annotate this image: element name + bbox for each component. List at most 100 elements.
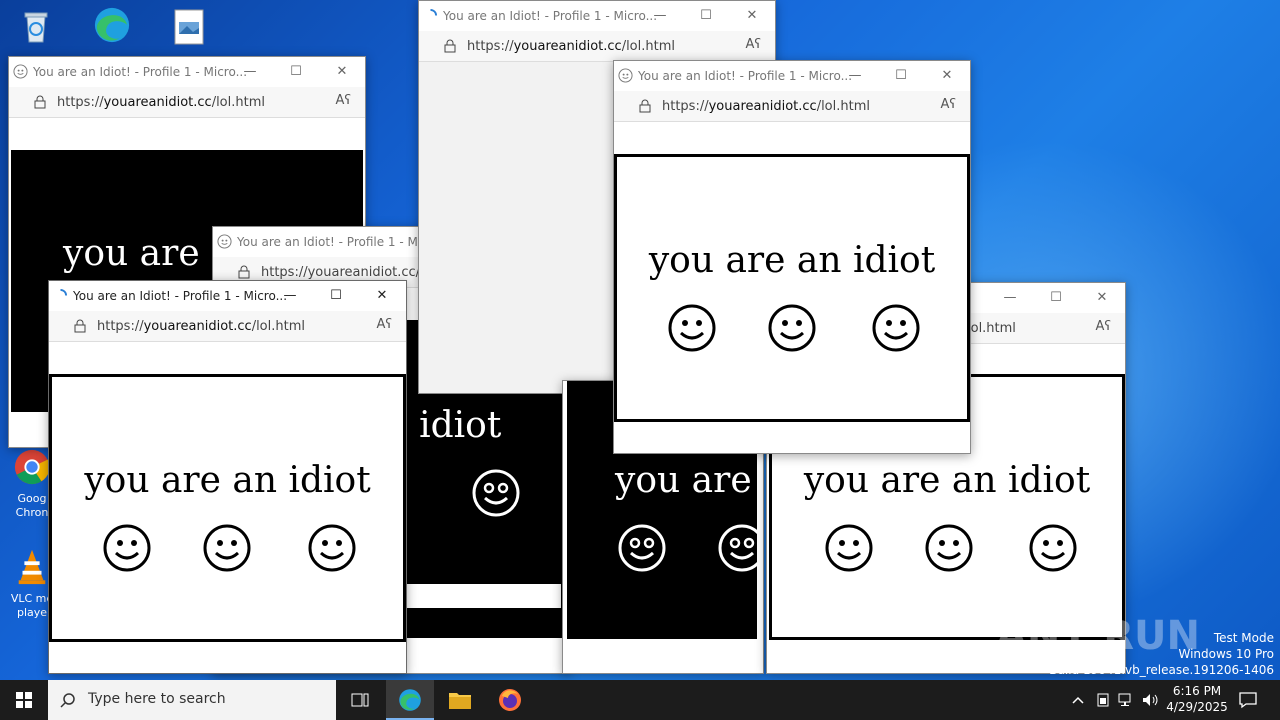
task-view-icon — [351, 693, 369, 707]
message-text: you are an idiot — [84, 460, 371, 501]
smiley-face-icon — [618, 524, 666, 572]
taskbar-edge[interactable] — [386, 680, 434, 720]
network-icon[interactable] — [1118, 692, 1136, 708]
system-clock[interactable]: 6:16 PM 4/29/2025 — [1162, 683, 1232, 715]
lock-icon — [238, 265, 250, 279]
browser-window-g[interactable]: You are an Idiot! - Profile 1 - Micro...… — [48, 280, 407, 674]
recycle-bin-icon — [24, 12, 48, 43]
title-bar[interactable]: You are an Idiot! - Profile 1 - Micro...… — [49, 281, 406, 311]
chevron-up-icon[interactable] — [1072, 694, 1084, 706]
minimize-button[interactable]: — — [267, 281, 313, 311]
close-button[interactable]: ✕ — [359, 281, 405, 311]
message-panel: you are an idiot — [614, 154, 970, 422]
url-text: https://youareanidiot.cc/lol.html — [97, 319, 305, 334]
taskbar-file-explorer[interactable] — [436, 680, 484, 720]
maximize-button[interactable]: ☐ — [313, 281, 359, 311]
folder-icon — [449, 693, 471, 709]
notifications-icon[interactable] — [1238, 690, 1258, 710]
windows-edition-text: Windows 10 Pro — [1178, 647, 1274, 661]
task-view-button[interactable] — [336, 680, 384, 720]
read-aloud-icon[interactable]: Aʕ — [940, 97, 956, 112]
image-file-icon — [174, 9, 204, 45]
desktop-icon-recycle-bin[interactable] — [8, 8, 64, 52]
close-button[interactable]: ✕ — [924, 61, 970, 91]
lock-icon — [639, 99, 651, 113]
read-aloud-icon[interactable]: Aʕ — [1095, 319, 1111, 334]
test-mode-text: Test Mode — [1213, 631, 1274, 645]
maximize-button[interactable]: ☐ — [683, 1, 729, 31]
url-text: https://youareanidiot.cc/lol.html — [662, 99, 870, 114]
loading-spinner-icon — [60, 288, 68, 296]
smiley-face-icon — [308, 524, 356, 572]
smiley-face-icon — [825, 524, 873, 572]
address-bar[interactable]: https://youareanidiot.cc/lol.html Aʕ — [49, 311, 406, 342]
title-bar[interactable]: You are an Idiot! - Profile 1 - Micro...… — [9, 57, 365, 87]
white-strip — [405, 584, 561, 608]
lock-icon — [34, 95, 46, 109]
clock-date: 4/29/2025 — [1166, 700, 1228, 714]
close-button[interactable]: ✕ — [729, 1, 775, 31]
address-bar[interactable]: https://youareanidiot.cc/lol.html Aʕ — [419, 31, 775, 62]
battery-icon[interactable] — [1096, 692, 1110, 708]
anyrun-logo: ANY RUN — [995, 613, 1200, 659]
lock-icon — [444, 39, 456, 53]
message-panel: you are an idiot — [49, 374, 406, 642]
search-placeholder: Type here to search — [88, 691, 226, 707]
loading-spinner-icon — [430, 8, 438, 16]
minimize-button[interactable]: — — [227, 57, 273, 87]
smiley-favicon-icon — [217, 234, 232, 249]
smiley-face-icon — [925, 524, 973, 572]
window-title: You are an Idiot! - Profile 1 - Micro... — [638, 69, 853, 83]
title-bar[interactable]: You are an Idiot! - Profile 1 - Micro...… — [419, 1, 775, 31]
window-title: You are an Idiot! - Profile 1 - Micro... — [443, 9, 658, 23]
windows-logo-icon — [16, 692, 32, 708]
url-text: https://youareanidiot.cc/lol.html — [57, 95, 265, 110]
address-bar[interactable]: https://youareanidiot.cc/lol.html Aʕ — [9, 87, 365, 118]
window-title: You are an Idiot! - Profile 1 - Micro — [237, 235, 440, 249]
taskbar-search-box[interactable]: Type here to search — [48, 680, 336, 720]
message-text: you are — [615, 460, 752, 501]
message-text: you are an idiot — [803, 460, 1091, 501]
smiley-favicon-icon — [618, 68, 633, 83]
build-text: Build 19041.vb_release.191206-1406 — [1049, 663, 1274, 677]
smiley-face-icon — [768, 304, 816, 352]
minimize-button[interactable]: — — [637, 1, 683, 31]
window-title: You are an Idiot! - Profile 1 - Micro... — [33, 65, 248, 79]
maximize-button[interactable]: ☐ — [878, 61, 924, 91]
smiley-face-icon — [103, 524, 151, 572]
smiley-face-icon — [1029, 524, 1077, 572]
read-aloud-icon[interactable]: Aʕ — [376, 317, 392, 332]
window-title: You are an Idiot! - Profile 1 - Micro... — [73, 289, 288, 303]
chrome-icon — [14, 449, 50, 485]
smiley-face-icon — [472, 469, 520, 517]
page-content: you are an idiot — [49, 342, 406, 673]
lock-icon — [74, 319, 86, 333]
read-aloud-icon[interactable]: Aʕ — [335, 93, 351, 108]
title-bar[interactable]: You are an Idiot! - Profile 1 - Micro...… — [614, 61, 970, 91]
smiley-face-icon — [718, 524, 763, 572]
desktop-icon-edge[interactable] — [84, 6, 140, 50]
page-content: you are an idiot — [614, 122, 970, 453]
maximize-button[interactable]: ☐ — [1033, 283, 1079, 313]
desktop-icon-image-file[interactable] — [160, 8, 216, 52]
url-text: https://youareanidiot.cc/lo — [261, 265, 432, 280]
edge-icon — [94, 7, 130, 43]
maximize-button[interactable]: ☐ — [273, 57, 319, 87]
message-text: you are an idiot — [648, 240, 936, 281]
clock-time: 6:16 PM — [1172, 684, 1222, 698]
minimize-button[interactable]: — — [832, 61, 878, 91]
smiley-face-icon — [203, 524, 251, 572]
start-button[interactable] — [0, 680, 48, 720]
url-text: https://youareanidiot.cc/lol.html — [467, 39, 675, 54]
taskbar-firefox[interactable] — [486, 680, 534, 720]
browser-window-e[interactable]: You are an Idiot! - Profile 1 - Micro...… — [613, 60, 971, 454]
volume-icon[interactable] — [1142, 692, 1160, 708]
address-bar[interactable]: https://youareanidiot.cc/lol.html Aʕ — [614, 91, 970, 122]
smiley-face-icon — [872, 304, 920, 352]
url-text: lol.html — [967, 321, 1016, 336]
close-button[interactable]: ✕ — [319, 57, 365, 87]
close-button[interactable]: ✕ — [1079, 283, 1125, 313]
read-aloud-icon[interactable]: Aʕ — [745, 37, 761, 52]
minimize-button[interactable]: — — [987, 283, 1033, 313]
firefox-icon — [499, 689, 521, 711]
